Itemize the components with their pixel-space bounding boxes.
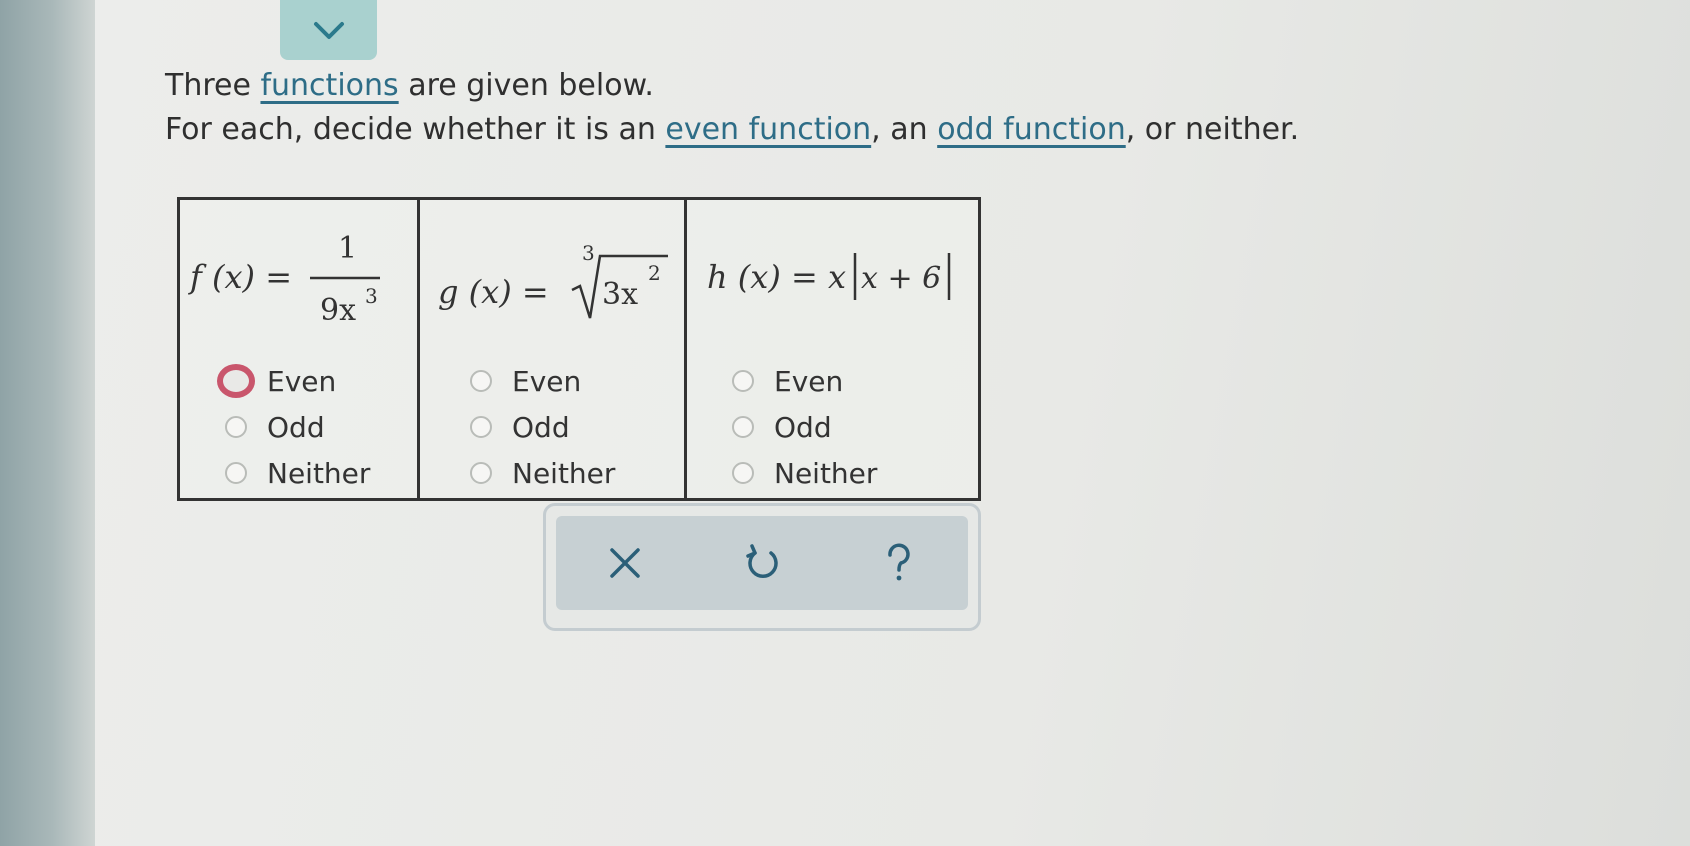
cell-h: h (x) = x x + 6 Even Odd Neither: [684, 200, 978, 498]
formula-h: h (x) = x x + 6: [707, 253, 951, 300]
toolbar-button-group: [556, 516, 968, 610]
radio-h-odd[interactable]: [732, 416, 754, 438]
screen-bezel: [0, 0, 95, 846]
formula-h-abs-body: x + 6: [861, 261, 941, 296]
option-h-neither[interactable]: Neither: [732, 450, 877, 496]
formula-g-radicand: 3x: [602, 277, 638, 312]
option-h-odd[interactable]: Odd: [732, 404, 877, 450]
radio-f-neither[interactable]: [225, 462, 247, 484]
help-button[interactable]: [859, 523, 939, 603]
x-icon: [609, 548, 640, 578]
option-f-even[interactable]: Even: [217, 358, 370, 404]
option-g-even[interactable]: Even: [470, 358, 615, 404]
functions-link[interactable]: functions: [260, 68, 398, 103]
formula-g-lhs: g (x) =: [438, 273, 549, 311]
radio-f-odd[interactable]: [225, 416, 247, 438]
option-g-neither[interactable]: Neither: [470, 450, 615, 496]
formula-f-exponent: 3: [365, 284, 378, 308]
formula-f-denominator: 9x: [320, 293, 356, 328]
option-f-neither[interactable]: Neither: [225, 450, 370, 496]
radio-h-neither[interactable]: [732, 462, 754, 484]
chevron-down-icon: [313, 22, 344, 39]
option-h-even[interactable]: Even: [732, 358, 877, 404]
question-line-1: Three functions are given below.: [165, 68, 654, 103]
formula-f-lhs: f (x) =: [188, 258, 292, 296]
radio-g-neither[interactable]: [470, 462, 492, 484]
collapse-toggle[interactable]: [280, 0, 377, 60]
question-line-2: For each, decide whether it is an even f…: [165, 112, 1300, 147]
option-g-odd[interactable]: Odd: [470, 404, 615, 450]
question-text: Three functions are given below. For eac…: [165, 64, 1299, 152]
even-function-link[interactable]: even function: [665, 112, 871, 147]
options-g: Even Odd Neither: [470, 358, 615, 496]
radio-g-even[interactable]: [470, 370, 492, 392]
formula-f: f (x) = 1 9x 3: [188, 231, 380, 328]
formula-g: g (x) = 3 3x 2: [438, 241, 668, 319]
answer-grid: f (x) = 1 9x 3 Even Odd Neither g (x) = …: [177, 197, 981, 501]
help-icon: [888, 543, 911, 581]
action-toolbar: [543, 503, 981, 631]
undo-button[interactable]: [722, 523, 802, 603]
cell-g: g (x) = 3 3x 2 Even Odd Neither: [417, 200, 684, 498]
formula-g-root-index: 3: [582, 241, 595, 265]
radio-h-even[interactable]: [732, 370, 754, 392]
odd-function-link[interactable]: odd function: [937, 112, 1126, 147]
undo-icon: [746, 544, 778, 578]
options-h: Even Odd Neither: [732, 358, 877, 496]
options-f: Even Odd Neither: [217, 358, 370, 496]
radio-f-even[interactable]: [217, 364, 255, 398]
clear-button[interactable]: [585, 523, 665, 603]
formula-f-numerator: 1: [338, 231, 357, 266]
option-f-odd[interactable]: Odd: [225, 404, 370, 450]
cell-f: f (x) = 1 9x 3 Even Odd Neither: [180, 200, 417, 498]
formula-h-lhs: h (x) = x: [707, 258, 846, 296]
formula-g-exponent: 2: [648, 261, 661, 285]
radio-g-odd[interactable]: [470, 416, 492, 438]
